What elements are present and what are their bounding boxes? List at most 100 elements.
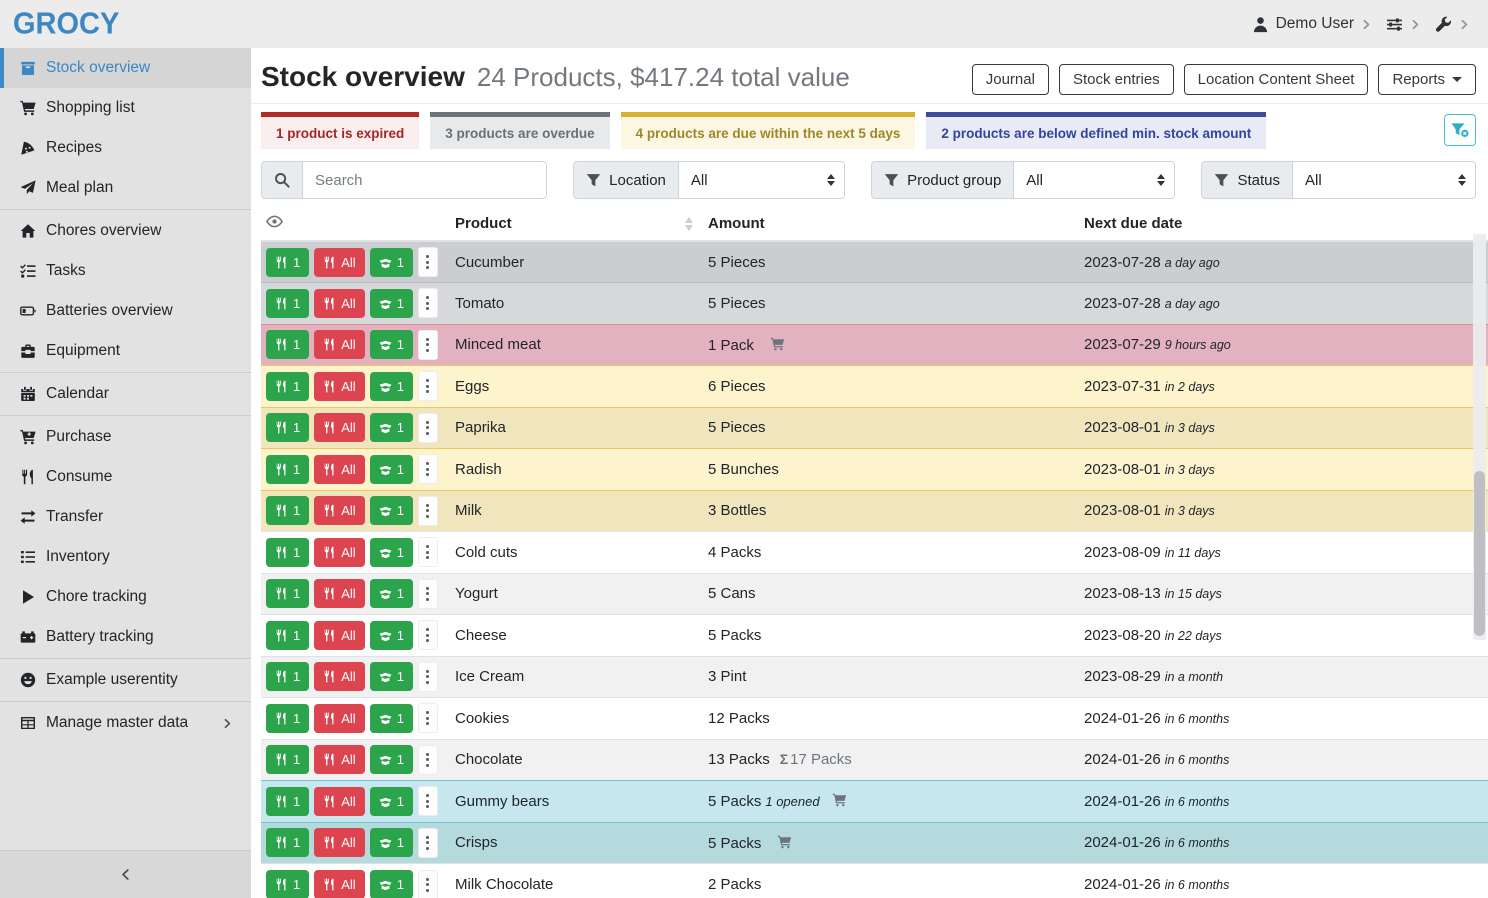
open-one-button[interactable]: 1 — [370, 787, 413, 816]
sidebar-item-example-userentity[interactable]: Example userentity — [0, 660, 251, 700]
consume-one-button[interactable]: 1 — [266, 662, 309, 691]
app-logo[interactable]: GROCY — [0, 7, 119, 42]
column-visibility-header[interactable] — [261, 208, 447, 241]
status-card[interactable]: 2 products are below defined min. stock … — [926, 112, 1266, 149]
sidebar-item-tasks[interactable]: Tasks — [0, 251, 251, 291]
row-menu-button[interactable] — [418, 786, 438, 816]
consume-all-button[interactable]: All — [314, 496, 364, 525]
consume-one-button[interactable]: 1 — [266, 870, 309, 898]
open-one-button[interactable]: 1 — [370, 538, 413, 567]
sidebar-collapse-button[interactable] — [0, 850, 251, 898]
row-menu-button[interactable] — [418, 537, 438, 567]
consume-one-button[interactable]: 1 — [266, 289, 309, 318]
consume-all-button[interactable]: All — [314, 704, 364, 733]
consume-one-button[interactable]: 1 — [266, 787, 309, 816]
sidebar-item-purchase[interactable]: Purchase — [0, 417, 251, 457]
search-input[interactable] — [303, 162, 541, 198]
open-one-button[interactable]: 1 — [370, 413, 413, 442]
row-menu-button[interactable] — [418, 330, 438, 360]
open-one-button[interactable]: 1 — [370, 662, 413, 691]
open-one-button[interactable]: 1 — [370, 496, 413, 525]
status-card[interactable]: 3 products are overdue — [430, 112, 609, 149]
sidebar-item-equipment[interactable]: Equipment — [0, 331, 251, 371]
open-one-button[interactable]: 1 — [370, 704, 413, 733]
sidebar-item-chore-tracking[interactable]: Chore tracking — [0, 577, 251, 617]
consume-one-button[interactable]: 1 — [266, 372, 309, 401]
column-header-next-due-date[interactable]: Next due date — [1076, 208, 1488, 241]
consume-all-button[interactable]: All — [314, 538, 364, 567]
row-menu-button[interactable] — [418, 662, 438, 692]
sidebar-item-battery-tracking[interactable]: Battery tracking — [0, 617, 251, 657]
consume-all-button[interactable]: All — [314, 372, 364, 401]
filter-select[interactable]: All — [1293, 162, 1475, 198]
row-menu-button[interactable] — [418, 828, 438, 858]
consume-one-button[interactable]: 1 — [266, 538, 309, 567]
consume-one-button[interactable]: 1 — [266, 330, 309, 359]
consume-one-button[interactable]: 1 — [266, 413, 309, 442]
open-one-button[interactable]: 1 — [370, 870, 413, 898]
row-menu-button[interactable] — [418, 496, 438, 526]
consume-one-button[interactable]: 1 — [266, 704, 309, 733]
reports-button[interactable]: Reports — [1378, 64, 1476, 95]
status-card[interactable]: 1 product is expired — [261, 112, 419, 149]
sidebar-item-inventory[interactable]: Inventory — [0, 537, 251, 577]
consume-all-button[interactable]: All — [314, 787, 364, 816]
consume-all-button[interactable]: All — [314, 289, 364, 318]
user-menu[interactable]: Demo User — [1252, 15, 1372, 33]
open-one-button[interactable]: 1 — [370, 248, 413, 277]
consume-all-button[interactable]: All — [314, 579, 364, 608]
clear-filter-button[interactable] — [1444, 114, 1476, 146]
consume-all-button[interactable]: All — [314, 662, 364, 691]
consume-all-button[interactable]: All — [314, 870, 364, 898]
open-one-button[interactable]: 1 — [370, 372, 413, 401]
consume-one-button[interactable]: 1 — [266, 496, 309, 525]
admin-menu[interactable] — [1435, 16, 1470, 33]
consume-one-button[interactable]: 1 — [266, 579, 309, 608]
consume-one-button[interactable]: 1 — [266, 745, 309, 774]
sidebar-item-recipes[interactable]: Recipes — [0, 128, 251, 168]
consume-all-button[interactable]: All — [314, 330, 364, 359]
consume-all-button[interactable]: All — [314, 455, 364, 484]
row-menu-button[interactable] — [418, 703, 438, 733]
filter-select[interactable]: All — [1014, 162, 1174, 198]
consume-one-button[interactable]: 1 — [266, 828, 309, 857]
consume-all-button[interactable]: All — [314, 413, 364, 442]
row-menu-button[interactable] — [418, 371, 438, 401]
open-one-button[interactable]: 1 — [370, 455, 413, 484]
row-menu-button[interactable] — [418, 413, 438, 443]
consume-all-button[interactable]: All — [314, 828, 364, 857]
row-menu-button[interactable] — [418, 579, 438, 609]
status-card[interactable]: 4 products are due within the next 5 day… — [621, 112, 916, 149]
open-one-button[interactable]: 1 — [370, 289, 413, 318]
row-menu-button[interactable] — [418, 745, 438, 775]
stock-entries-button[interactable]: Stock entries — [1059, 64, 1174, 95]
row-menu-button[interactable] — [418, 454, 438, 484]
open-one-button[interactable]: 1 — [370, 745, 413, 774]
consume-all-button[interactable]: All — [314, 621, 364, 650]
sidebar-item-manage-master-data[interactable]: Manage master data — [0, 703, 251, 743]
open-one-button[interactable]: 1 — [370, 330, 413, 359]
journal-button[interactable]: Journal — [972, 64, 1049, 95]
open-one-button[interactable]: 1 — [370, 828, 413, 857]
settings-menu[interactable] — [1386, 16, 1421, 33]
row-menu-button[interactable] — [418, 288, 438, 318]
consume-one-button[interactable]: 1 — [266, 248, 309, 277]
column-header-amount[interactable]: Amount — [700, 208, 1076, 241]
column-header-product[interactable]: Product — [447, 208, 700, 241]
consume-all-button[interactable]: All — [314, 745, 364, 774]
open-one-button[interactable]: 1 — [370, 579, 413, 608]
open-one-button[interactable]: 1 — [370, 621, 413, 650]
row-menu-button[interactable] — [418, 247, 438, 277]
consume-one-button[interactable]: 1 — [266, 621, 309, 650]
filter-select[interactable]: All — [679, 162, 844, 198]
row-menu-button[interactable] — [418, 870, 438, 898]
sidebar-item-chores-overview[interactable]: Chores overview — [0, 211, 251, 251]
scrollbar-thumb[interactable] — [1474, 471, 1485, 636]
consume-all-button[interactable]: All — [314, 248, 364, 277]
sidebar-item-meal-plan[interactable]: Meal plan — [0, 168, 251, 208]
row-menu-button[interactable] — [418, 620, 438, 650]
sidebar-item-stock-overview[interactable]: Stock overview — [0, 48, 251, 88]
sidebar-item-transfer[interactable]: Transfer — [0, 497, 251, 537]
sidebar-item-shopping-list[interactable]: Shopping list — [0, 88, 251, 128]
consume-one-button[interactable]: 1 — [266, 455, 309, 484]
